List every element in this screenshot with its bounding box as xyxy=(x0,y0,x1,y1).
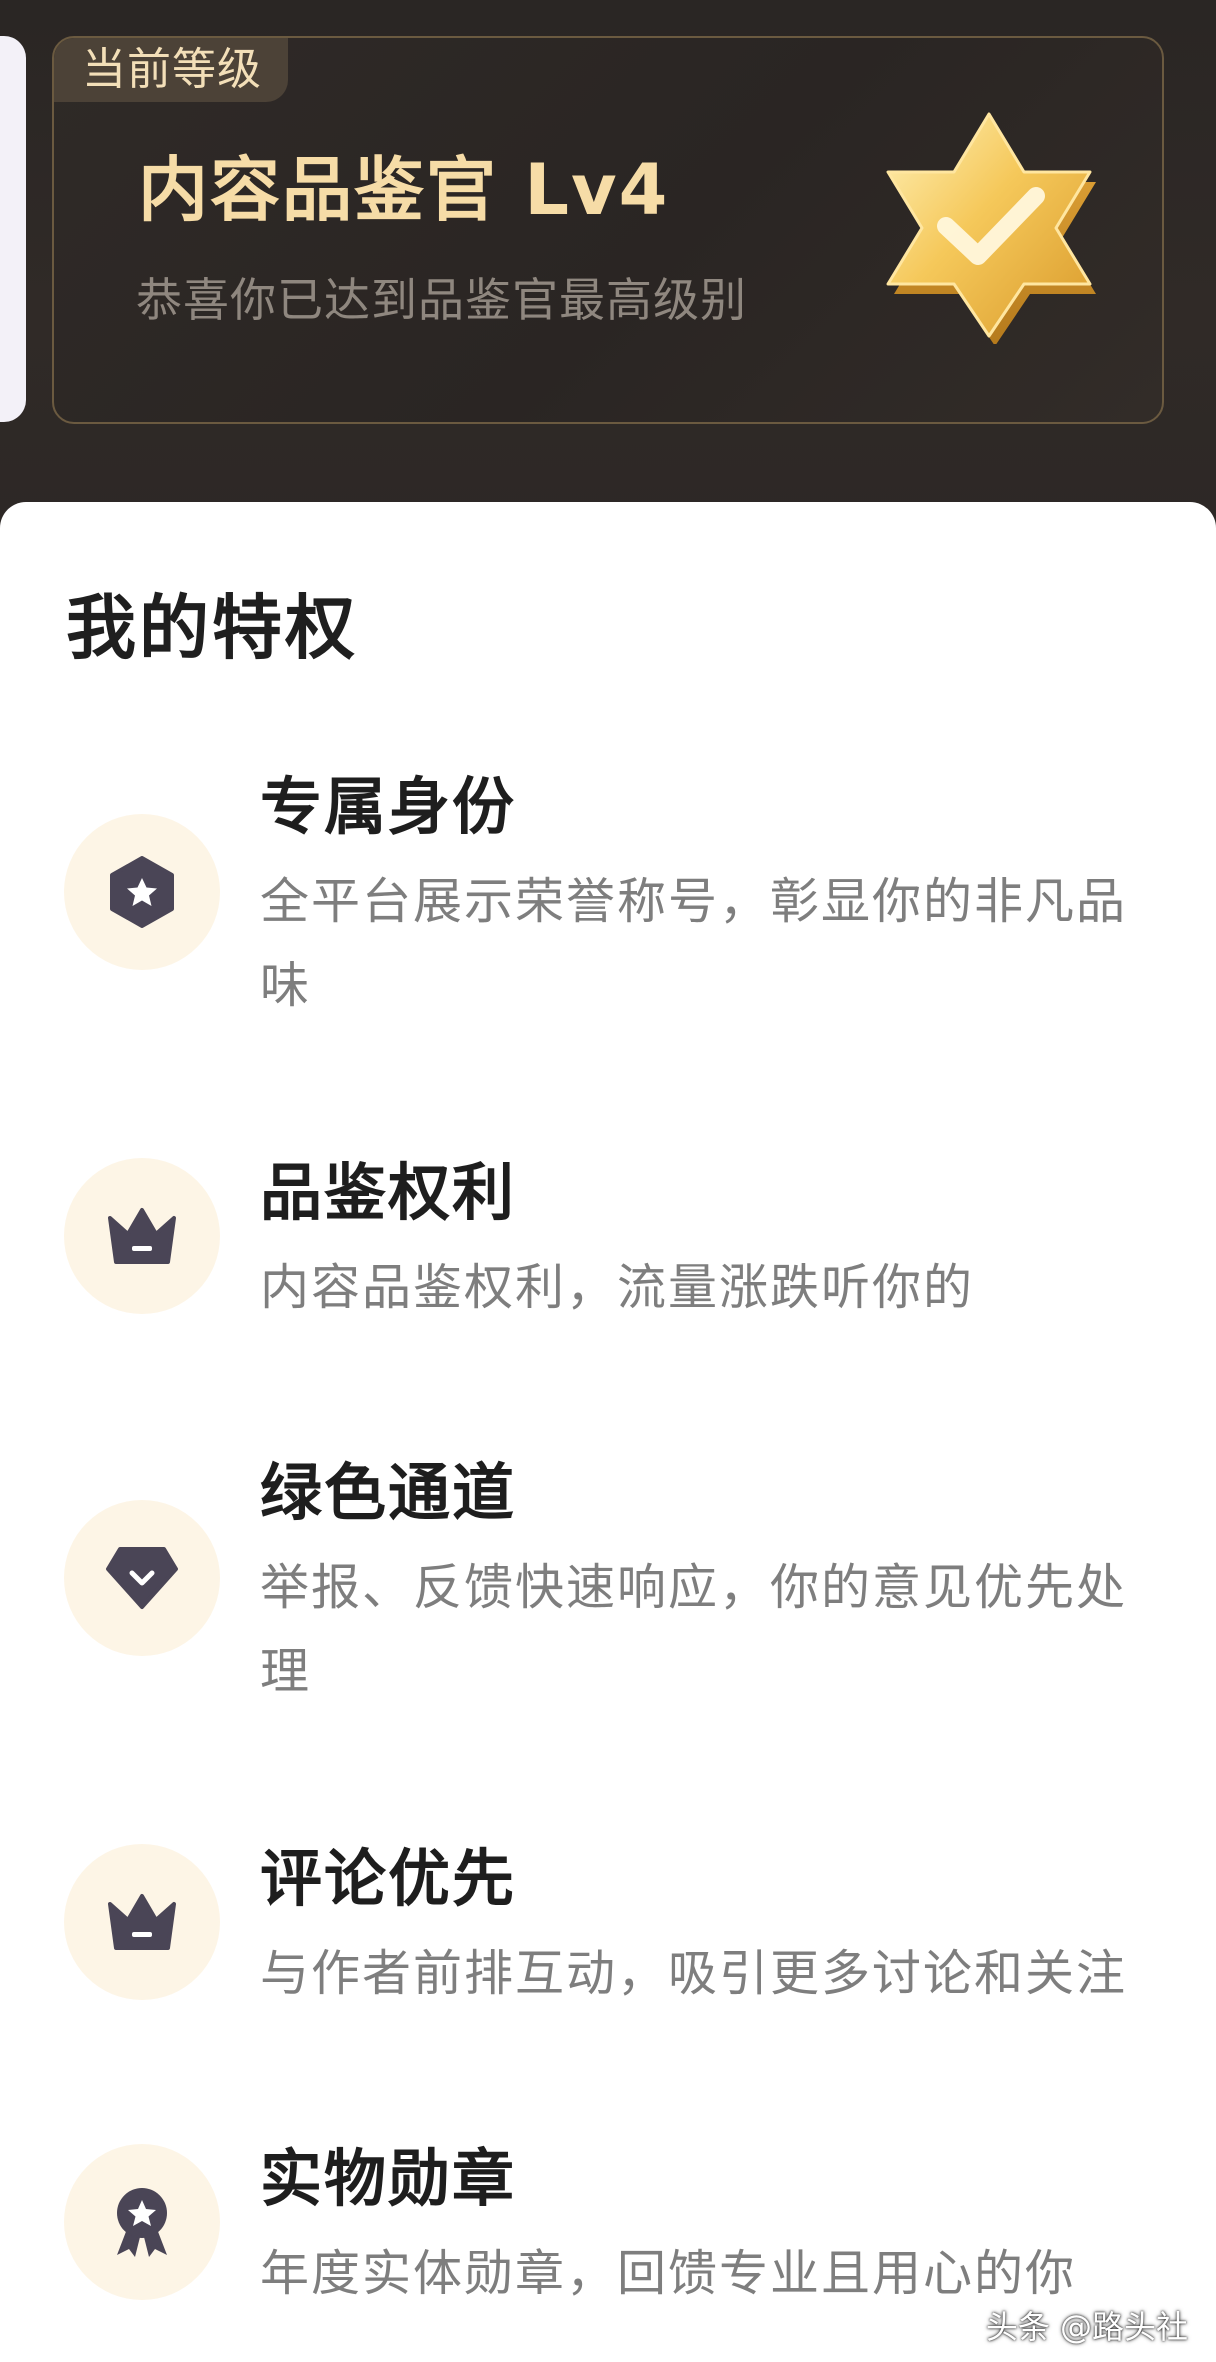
privilege-title: 评论优先 xyxy=(260,1842,517,1915)
header-area: 当前等级 内容品鉴官 Lv4 恭喜你已达到品鉴官最高级别 xyxy=(0,0,1216,520)
gold-star-check-badge-icon xyxy=(886,112,1096,344)
current-level-card: 当前等级 内容品鉴官 Lv4 恭喜你已达到品鉴官最高级别 xyxy=(52,36,1164,424)
level-subtitle: 恭喜你已达到品鉴官最高级别 xyxy=(136,273,747,327)
watermark-text: 头条 @路头社 xyxy=(985,2308,1188,2346)
medal-star-icon xyxy=(64,2144,220,2300)
crown-icon xyxy=(64,1158,220,1314)
level-title: 内容品鉴官 Lv4 xyxy=(138,149,670,231)
privilege-desc: 内容品鉴权利，流量涨跌听你的 xyxy=(260,1259,975,1316)
privilege-title: 专属身份 xyxy=(260,770,517,843)
section-title: 我的特权 xyxy=(66,587,358,669)
privilege-title: 绿色通道 xyxy=(260,1456,517,1529)
privilege-title: 实物勋章 xyxy=(260,2142,517,2215)
privilege-desc: 举报、反馈快速响应，你的意见优先处理 xyxy=(260,1559,1128,1700)
shield-check-icon xyxy=(64,1500,220,1656)
privilege-desc: 与作者前排互动，吸引更多讨论和关注 xyxy=(260,1945,1128,2002)
previous-level-card-edge[interactable] xyxy=(0,36,26,422)
privilege-desc: 全平台展示荣誉称号，彰显你的非凡品味 xyxy=(260,873,1128,1014)
privilege-title: 品鉴权利 xyxy=(260,1156,517,1229)
hexagon-star-icon xyxy=(64,814,220,970)
current-level-tag: 当前等级 xyxy=(54,38,288,102)
privileges-sheet: 我的特权 专属身份 全平台展示荣誉称号，彰显你的非凡品味 品鉴权利 内容品鉴权利… xyxy=(0,502,1216,2362)
crown-icon xyxy=(64,1844,220,2000)
